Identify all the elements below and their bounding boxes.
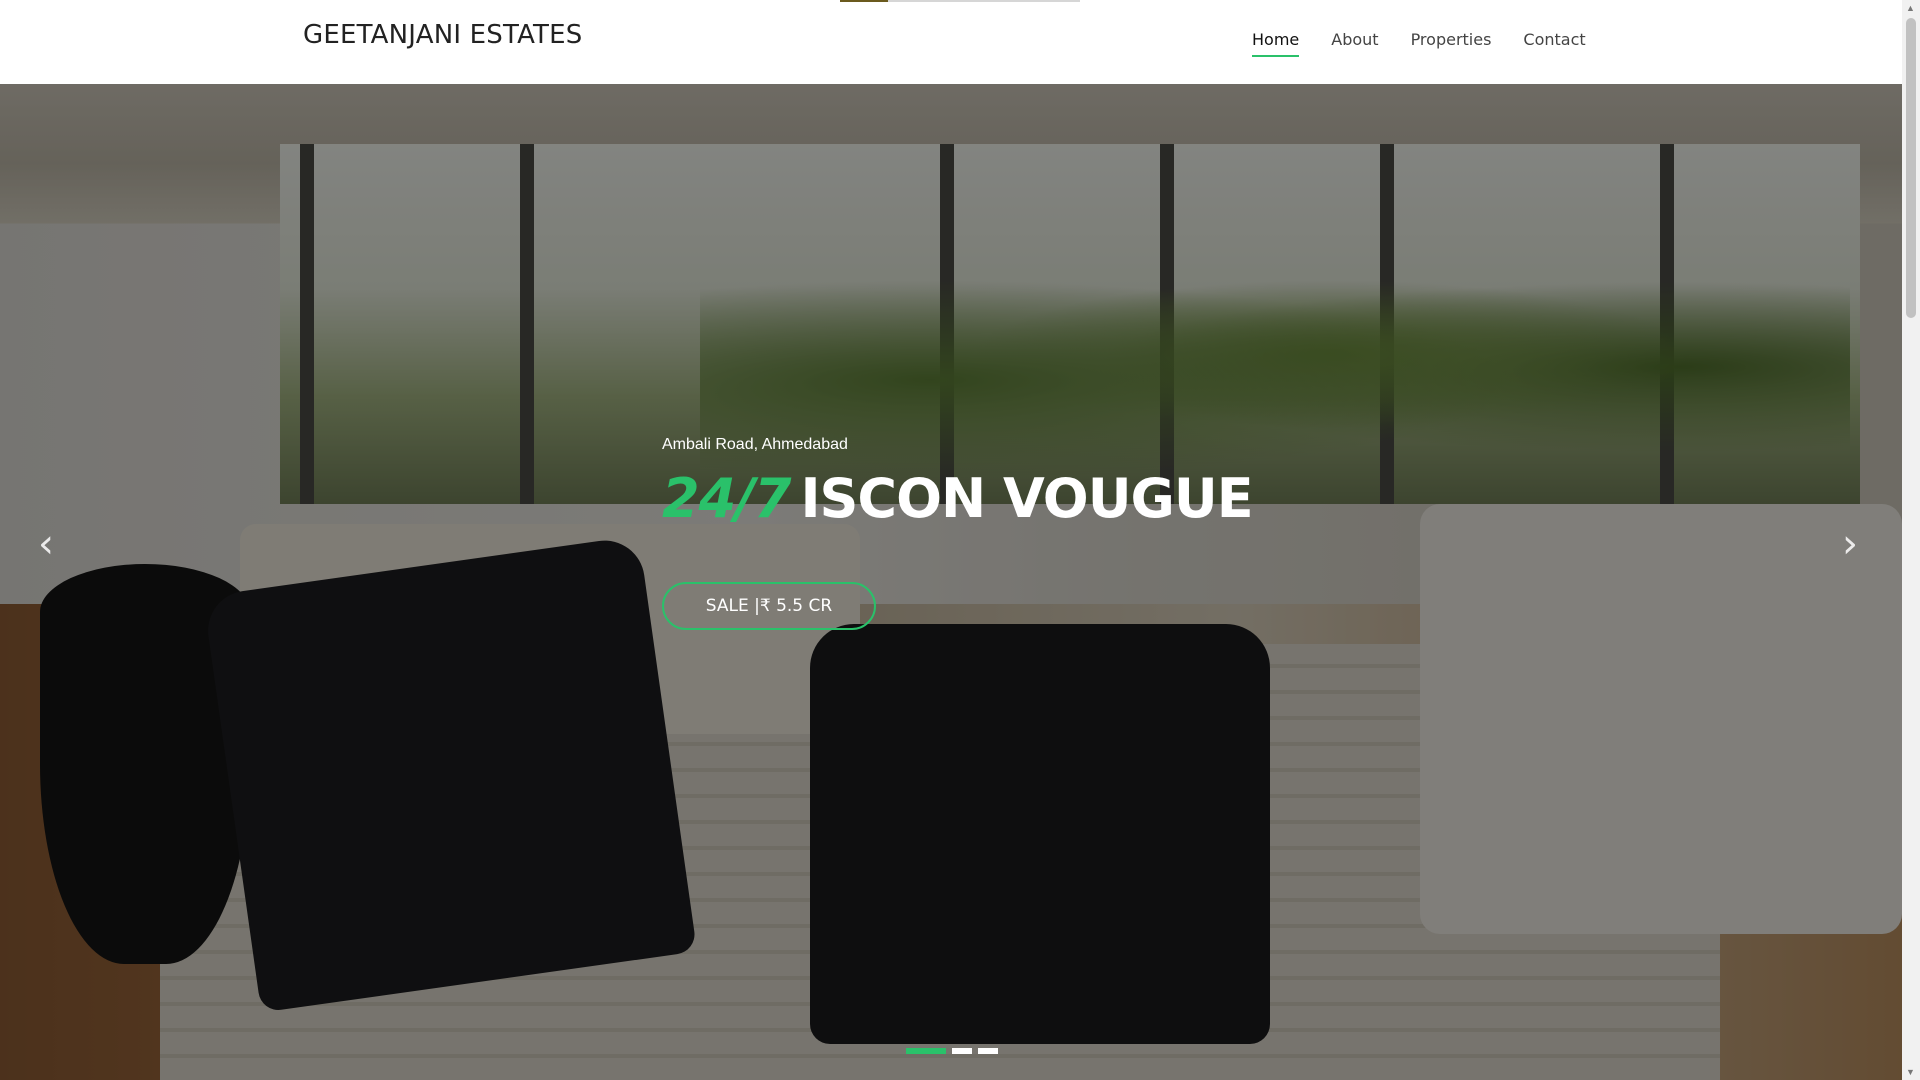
sale-price-button[interactable]: SALE |₹ 5.5 CR (662, 582, 876, 630)
property-title-name: ISCON VOUGUE (800, 467, 1253, 530)
slider-dot-3[interactable] (978, 1048, 998, 1054)
site-logo-text[interactable]: GEETANJANI ESTATES (303, 20, 582, 50)
slider-pagination (906, 1048, 998, 1054)
chevron-right-icon[interactable]: › (1842, 524, 1858, 564)
nav-properties[interactable]: Properties (1411, 30, 1492, 55)
chevron-left-icon[interactable]: ‹ (38, 524, 54, 564)
hero-slider: Ambali Road, Ahmedabad 24/7 ISCON VOUGUE … (0, 84, 1902, 1080)
scroll-up-arrow-icon[interactable]: ▲ (1906, 3, 1915, 13)
slider-dot-2[interactable] (952, 1048, 972, 1054)
page-load-progress (840, 0, 1080, 2)
nav-contact[interactable]: Contact (1523, 30, 1585, 55)
slider-dot-1[interactable] (906, 1048, 946, 1054)
scroll-down-arrow-icon[interactable]: ▼ (1906, 1067, 1915, 1077)
page-scrollbar[interactable]: ▲ ▼ (1902, 0, 1920, 1080)
property-title-accent: 24/7 (662, 467, 791, 530)
page-load-progress-fill (840, 0, 888, 2)
property-title: 24/7 ISCON VOUGUE (662, 472, 1254, 526)
scrollbar-thumb[interactable] (1906, 18, 1916, 318)
site-header: GEETANJANI ESTATES Home About Properties… (0, 0, 1902, 84)
nav-home[interactable]: Home (1252, 30, 1300, 57)
property-location: Ambali Road, Ahmedabad (662, 436, 848, 453)
hero-dark-overlay (0, 84, 1902, 1080)
nav-about[interactable]: About (1331, 30, 1378, 55)
main-nav: Home About Properties Contact (1252, 30, 1618, 57)
